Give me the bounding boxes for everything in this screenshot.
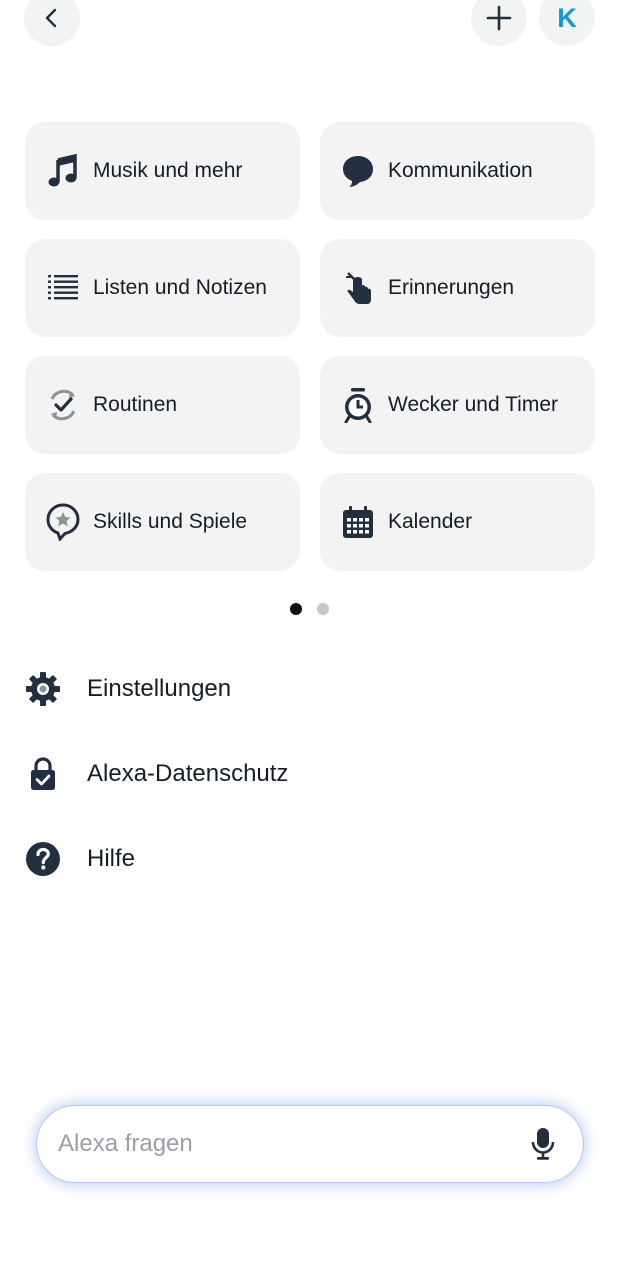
tile-music[interactable]: Musik und mehr — [25, 122, 300, 220]
page-dot-2[interactable] — [317, 603, 329, 615]
tile-label: Listen und Notizen — [93, 276, 267, 299]
tile-communication[interactable]: Kommunikation — [320, 122, 595, 220]
list-icon — [45, 270, 81, 306]
ask-alexa-bar[interactable] — [37, 1106, 583, 1182]
menu-item-help[interactable]: Hilfe — [24, 834, 135, 884]
profile-avatar-button[interactable]: K — [539, 0, 595, 46]
tile-alarms-timers[interactable]: Wecker und Timer — [320, 356, 595, 454]
help-icon — [24, 840, 62, 878]
gear-icon — [24, 670, 62, 708]
menu-item-settings[interactable]: Einstellungen — [24, 664, 231, 714]
reminder-finger-icon — [340, 270, 376, 306]
menu-item-label: Hilfe — [87, 845, 136, 872]
microphone-icon[interactable] — [525, 1126, 561, 1162]
tile-label: Erinnerungen — [388, 276, 515, 299]
tile-label: Kalender — [388, 510, 473, 533]
add-button[interactable] — [471, 0, 527, 46]
tile-skills-games[interactable]: Skills und Spiele — [25, 473, 300, 571]
menu-item-privacy[interactable]: Alexa-Datenschutz — [24, 749, 288, 799]
skills-star-icon — [45, 503, 81, 541]
back-button[interactable] — [24, 0, 80, 46]
chevron-left-icon — [40, 6, 64, 30]
page-dot-1[interactable] — [290, 603, 302, 615]
routine-check-icon — [45, 387, 81, 423]
avatar-initial: K — [557, 2, 577, 33]
page-indicator — [290, 603, 329, 615]
tile-label: Wecker und Timer — [388, 393, 558, 416]
alarm-clock-icon — [340, 387, 376, 423]
ask-alexa-input[interactable] — [56, 1129, 525, 1159]
tile-label: Routinen — [93, 393, 178, 416]
speech-bubble-icon — [340, 153, 376, 189]
tile-label: Skills und Spiele — [93, 510, 248, 533]
menu-item-label: Alexa-Datenschutz — [87, 760, 289, 787]
tile-reminders[interactable]: Erinnerungen — [320, 239, 595, 337]
plus-icon — [486, 5, 512, 31]
tile-label: Musik und mehr — [93, 159, 243, 182]
tile-lists[interactable]: Listen und Notizen — [25, 239, 300, 337]
music-note-icon — [45, 153, 81, 189]
lock-check-icon — [24, 755, 62, 793]
menu-item-label: Einstellungen — [87, 675, 232, 702]
tile-label: Kommunikation — [388, 159, 533, 182]
tile-calendar[interactable]: Kalender — [320, 473, 595, 571]
calendar-icon — [340, 504, 376, 540]
tile-routines[interactable]: Routinen — [25, 356, 300, 454]
